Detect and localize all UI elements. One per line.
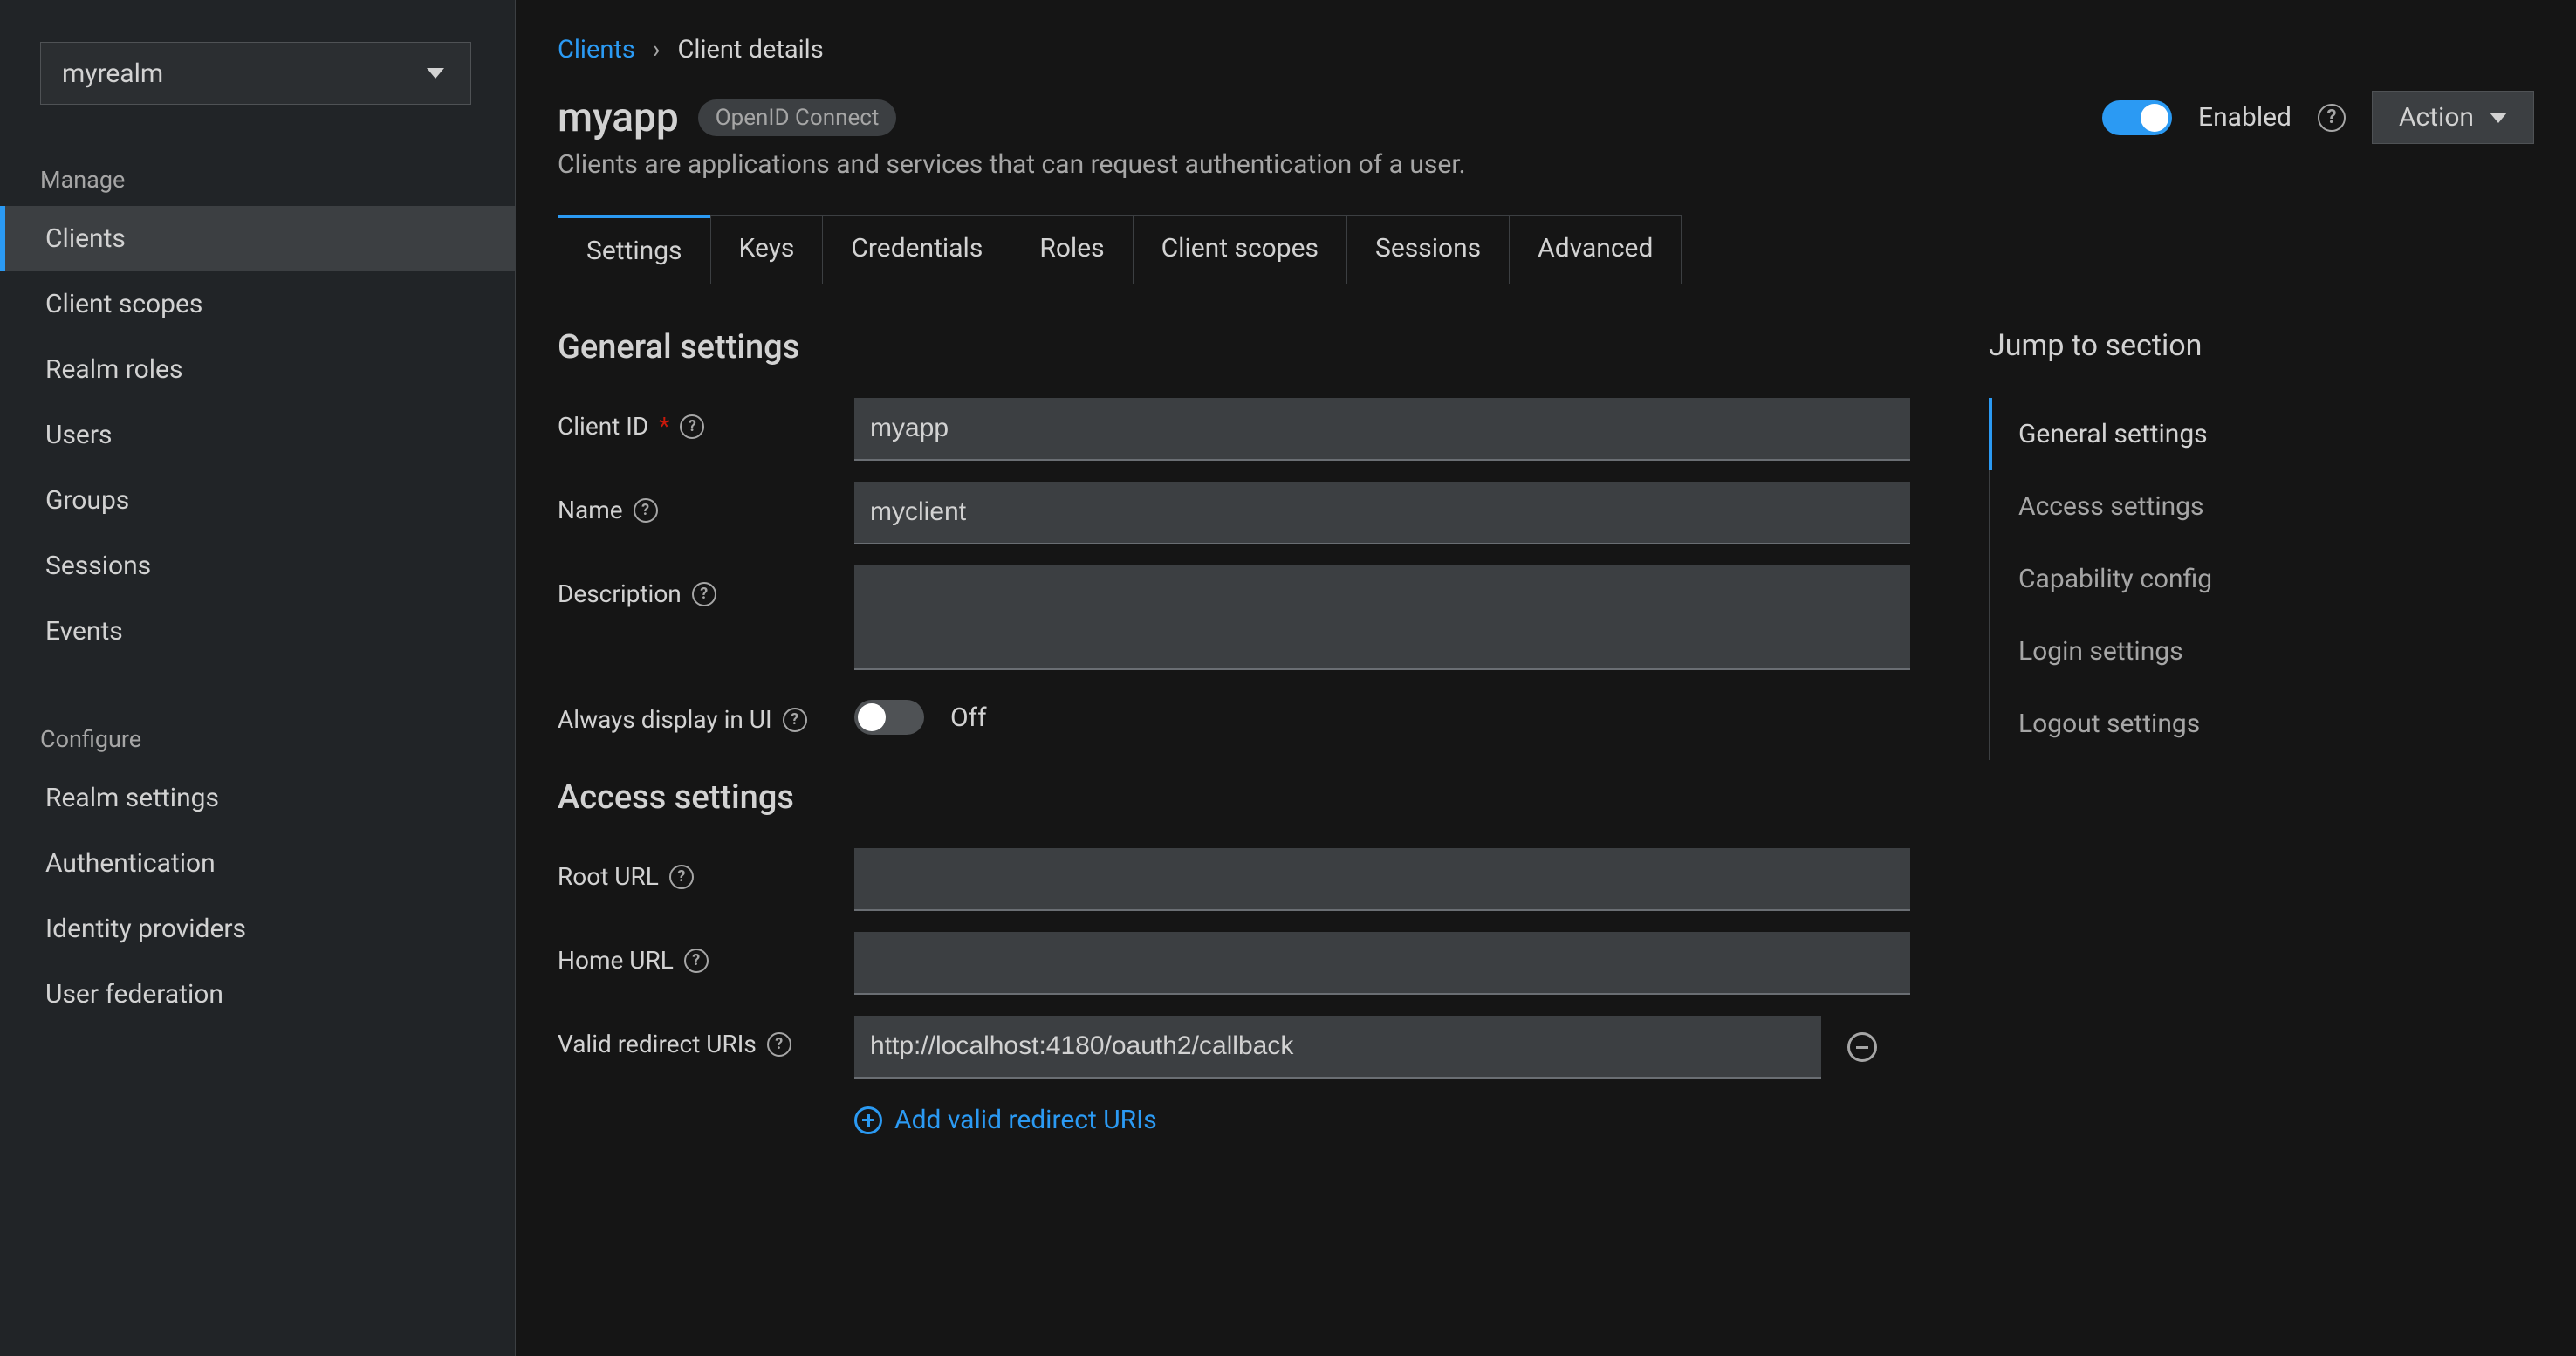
- help-icon[interactable]: ?: [783, 708, 807, 732]
- jump-nav: Jump to section General settings Access …: [1989, 328, 2460, 1156]
- always-display-toggle[interactable]: [854, 700, 924, 735]
- client-id-input[interactable]: [854, 398, 1910, 461]
- required-marker: *: [659, 412, 669, 441]
- sidebar-item-authentication[interactable]: Authentication: [0, 831, 515, 896]
- add-redirect-uri-button[interactable]: Add valid redirect URIs: [854, 1105, 1877, 1135]
- jump-capability[interactable]: Capability config: [1989, 543, 2460, 615]
- nav-group-manage-label: Manage: [0, 140, 515, 206]
- realm-selector-value: myrealm: [62, 58, 163, 89]
- label-name: Name: [558, 496, 623, 524]
- nav-group-configure-label: Configure: [0, 699, 515, 765]
- help-icon[interactable]: ?: [684, 949, 709, 973]
- help-icon[interactable]: ?: [634, 498, 658, 523]
- label-root-url: Root URL: [558, 862, 659, 891]
- section-access-title: Access settings: [558, 778, 1954, 817]
- help-icon[interactable]: ?: [692, 582, 716, 606]
- tab-client-scopes[interactable]: Client scopes: [1133, 215, 1347, 284]
- sidebar-item-users[interactable]: Users: [0, 402, 515, 468]
- realm-selector[interactable]: myrealm: [40, 42, 471, 105]
- breadcrumb-current: Client details: [678, 35, 824, 65]
- sidebar-item-clients[interactable]: Clients: [0, 206, 515, 271]
- jump-title: Jump to section: [1989, 328, 2460, 363]
- sidebar-item-identity-providers[interactable]: Identity providers: [0, 896, 515, 962]
- sidebar-item-client-scopes[interactable]: Client scopes: [0, 271, 515, 337]
- sidebar-item-realm-settings[interactable]: Realm settings: [0, 765, 515, 831]
- tab-sessions[interactable]: Sessions: [1346, 215, 1510, 284]
- help-icon[interactable]: ?: [680, 414, 704, 439]
- tab-settings[interactable]: Settings: [558, 215, 711, 284]
- label-client-id: Client ID: [558, 412, 648, 441]
- label-always-display: Always display in UI: [558, 705, 772, 734]
- help-icon[interactable]: ?: [669, 865, 694, 889]
- settings-form: General settings Client ID * ? Name ? D: [558, 328, 1954, 1156]
- tabs: Settings Keys Credentials Roles Client s…: [558, 215, 2534, 284]
- name-input[interactable]: [854, 482, 1910, 544]
- action-dropdown[interactable]: Action: [2372, 91, 2534, 144]
- description-input[interactable]: [854, 565, 1910, 670]
- jump-general[interactable]: General settings: [1989, 398, 2460, 470]
- caret-down-icon: [427, 68, 444, 79]
- section-general-title: General settings: [558, 328, 1954, 366]
- page-title: myapp: [558, 94, 679, 141]
- tab-roles[interactable]: Roles: [1011, 215, 1133, 284]
- label-valid-redirect: Valid redirect URIs: [558, 1030, 757, 1058]
- help-icon[interactable]: ?: [767, 1032, 791, 1057]
- remove-uri-icon[interactable]: [1847, 1032, 1877, 1062]
- label-description: Description: [558, 579, 682, 608]
- caret-down-icon: [2490, 113, 2507, 123]
- jump-logout[interactable]: Logout settings: [1989, 688, 2460, 760]
- breadcrumb: Clients › Client details: [558, 35, 2534, 65]
- redirect-uri-input[interactable]: [854, 1016, 1821, 1079]
- enabled-toggle[interactable]: [2102, 100, 2172, 135]
- help-icon[interactable]: ?: [2318, 104, 2346, 132]
- jump-access[interactable]: Access settings: [1989, 470, 2460, 543]
- plus-circle-icon: [854, 1106, 882, 1134]
- page-description: Clients are applications and services th…: [558, 149, 2534, 180]
- sidebar-item-events[interactable]: Events: [0, 599, 515, 664]
- root-url-input[interactable]: [854, 848, 1910, 911]
- always-display-value: Off: [950, 702, 987, 733]
- main-content: Clients › Client details myapp OpenID Co…: [516, 0, 2576, 1356]
- sidebar-item-sessions[interactable]: Sessions: [0, 533, 515, 599]
- enabled-label: Enabled: [2198, 102, 2292, 133]
- jump-login[interactable]: Login settings: [1989, 615, 2460, 688]
- tab-advanced[interactable]: Advanced: [1509, 215, 1682, 284]
- chevron-right-icon: ›: [653, 35, 661, 65]
- home-url-input[interactable]: [854, 932, 1910, 995]
- label-home-url: Home URL: [558, 946, 674, 975]
- sidebar-item-groups[interactable]: Groups: [0, 468, 515, 533]
- tab-credentials[interactable]: Credentials: [822, 215, 1011, 284]
- sidebar: myrealm Manage Clients Client scopes Rea…: [0, 0, 516, 1356]
- protocol-badge: OpenID Connect: [698, 99, 897, 136]
- sidebar-item-realm-roles[interactable]: Realm roles: [0, 337, 515, 402]
- breadcrumb-clients-link[interactable]: Clients: [558, 35, 635, 65]
- sidebar-item-user-federation[interactable]: User federation: [0, 962, 515, 1027]
- tab-keys[interactable]: Keys: [710, 215, 824, 284]
